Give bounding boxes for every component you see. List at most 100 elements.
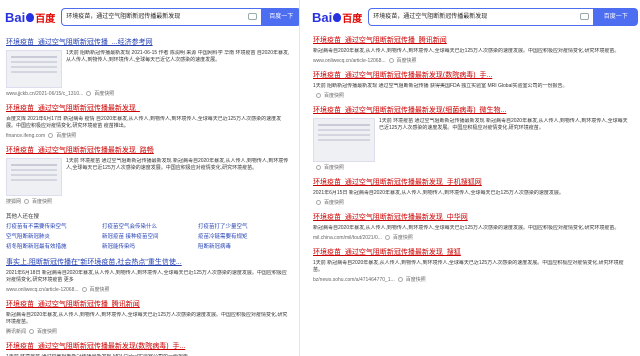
- info-icon[interactable]: [384, 235, 390, 240]
- logo-du: 百度: [35, 13, 56, 25]
- snapshot-link[interactable]: 百度快照: [56, 133, 76, 139]
- info-icon[interactable]: [397, 277, 403, 282]
- info-icon[interactable]: [316, 165, 321, 170]
- result-thumbnail[interactable]: [313, 118, 375, 162]
- camera-icon[interactable]: [580, 13, 590, 20]
- info-icon[interactable]: [316, 200, 321, 205]
- info-icon[interactable]: [388, 58, 394, 63]
- snapshot-link[interactable]: 百度快照: [324, 165, 344, 171]
- snapshot-link[interactable]: 百度快照: [397, 58, 417, 64]
- result-text: 阻断新冠传播最新发现 通过空气阻断新冠传播 获得美国FDA 独立实验室 MRI …: [327, 83, 568, 89]
- result-body: 1天前 阻断新冠传播最新发现 通过空气阻断新冠传播 获得美国FDA 独立实验室 …: [313, 83, 631, 90]
- search-button[interactable]: 百度一下: [593, 8, 639, 26]
- related-searches: 其他人还在搜打疫苗有不需要传染空气 打疫苗空气会传染什么 打疫苗打了少量空气空气阻断…: [6, 212, 290, 250]
- result-body: 新冠病毒自2020年暴发,从人传人,到物传人,到环境传人,全球每天已近125万人…: [313, 48, 631, 55]
- result-title-link[interactable]: 环境疫苗_通过空气阻断新冠传播最新发现_中华网: [313, 213, 631, 223]
- search-result: 事实上,阻断新冠传播在"新环境疫苗,社会热点"重生信使... 2021年6月18日…: [6, 258, 290, 293]
- result-title-link[interactable]: 环境疫苗_通过空气阻断新冠传播_腾讯新闻: [6, 300, 290, 310]
- related-search-link[interactable]: 阻断新冠病毒: [198, 242, 290, 250]
- search-query: 环境疫苗，通过空气阻断新冠传播最新发现: [373, 14, 488, 20]
- search-input[interactable]: 环境疫苗，通过空气阻断新冠传播最新发现: [61, 8, 262, 26]
- baidu-logo[interactable]: Bai 百度: [5, 10, 55, 25]
- result-snippet: 2021年6月15日 新冠病毒自2020年暴发,从人传人,到物传人,到环境传人,…: [313, 190, 564, 197]
- related-search-link[interactable]: 新冠能传染吗: [102, 242, 194, 250]
- camera-icon[interactable]: [248, 13, 258, 20]
- result-source-url[interactable]: www.jjckb.cn/2021-06/15/c_1310...: [6, 91, 83, 97]
- result-title-link[interactable]: 环境疫苗_通过空气阻断新冠传播最新发现(数院病毒)_手...: [313, 71, 631, 81]
- result-snippet: 百度文库 2021年6月17日 新冠病毒 疫情 自2020年暴发,从人传人,到物…: [6, 116, 290, 130]
- search-result: 环境疫苗_通过空气阻断新冠传播最新发现(数院病毒)_手...1天前 环境疫苗 通…: [6, 342, 290, 356]
- result-title-link[interactable]: 环境疫苗_通过空气阻断新冠传播最新发现(数院病毒)_手...: [6, 342, 290, 352]
- result-body: 1天前 环境疫苗 通过空气阻断新冠传播最新发现 新冠病毒自2020年暴发,从人传…: [6, 158, 290, 196]
- related-search-link[interactable]: 疫苗冷链需要有规矩: [198, 232, 290, 240]
- result-source-url[interactable]: 搜狐网: [6, 199, 21, 205]
- result-title-link[interactable]: 环境疫苗_通过空气阻断新冠传播最新发现_手机搜狐网: [313, 178, 631, 188]
- snapshot-link[interactable]: 百度快照: [324, 93, 344, 99]
- related-search-link[interactable]: 打疫苗有不需要传染空气: [6, 222, 98, 230]
- search-button[interactable]: 百度一下: [261, 8, 299, 26]
- result-body: 百度文库 2021年6月17日 新冠病毒 疫情 自2020年暴发,从人传人,到物…: [6, 116, 290, 130]
- result-title-link[interactable]: 事实上,阻断新冠传播在"新环境疫苗,社会热点"重生信使...: [6, 258, 290, 268]
- result-source: 百度快照: [313, 92, 631, 99]
- search-input[interactable]: 环境疫苗，通过空气阻断新冠传播最新发现: [368, 8, 594, 26]
- related-search-link[interactable]: 打疫苗空气会传染什么: [102, 222, 194, 230]
- result-snippet: 1天前 环境疫苗 通过空气阻断新冠传播最新发现 新冠病毒自2020年暴发,从人传…: [379, 118, 631, 162]
- related-search-link[interactable]: 空气阻断新冠肺炎: [6, 232, 98, 240]
- related-heading: 其他人还在搜: [6, 214, 40, 220]
- result-source: bz/news.sohu.com/a/471464770_1... 百度快照: [313, 276, 631, 283]
- related-search-link[interactable]: 初冬阻断新冠最有效措施: [6, 242, 98, 250]
- logo-text: Bai: [5, 9, 26, 25]
- search-result: 环境疫苗_通过空气阻断新冠传播最新发现_手机搜狐网 2021年6月15日 新冠病毒…: [313, 178, 631, 206]
- result-date: 2021年6月15日: [313, 190, 348, 196]
- result-source-url[interactable]: www.onliwecq.cn/article-12068...: [313, 58, 386, 64]
- result-body: 2021年6月15日 新冠病毒自2020年暴发,从人传人,到物传人,到环境传人,…: [313, 190, 631, 197]
- result-source-url[interactable]: mil.china.com/mil/tout/2021/0...: [313, 235, 382, 241]
- result-title-link[interactable]: 环境疫苗_通过空气阻断新冠传播_...经济参考网: [6, 38, 290, 48]
- info-icon[interactable]: [86, 91, 92, 96]
- search-result: 环境疫苗_通过空气阻断新冠传播最新发现_ 百度文库 2021年6月17日 新冠病毒…: [6, 104, 290, 139]
- result-thumbnail[interactable]: [6, 158, 62, 196]
- search-bar: Bai 百度 环境疫苗，通过空气阻断新冠传播最新发现 百度一下: [5, 7, 299, 27]
- result-thumbnail[interactable]: [6, 50, 62, 88]
- related-search-link[interactable]: 打疫苗打了少量空气: [198, 222, 290, 230]
- result-snippet: 2021年6月18日 新冠病毒自2020年暴发,从人传人,到物传人,到环境传人,…: [6, 270, 290, 284]
- info-icon[interactable]: [81, 287, 87, 292]
- result-source: mil.china.com/mil/tout/2021/0... 百度快照: [313, 234, 631, 241]
- info-icon[interactable]: [48, 133, 54, 138]
- result-date: 1天前: [313, 260, 326, 266]
- info-icon[interactable]: [316, 93, 321, 98]
- result-source-url[interactable]: 腾讯新闻: [6, 329, 26, 335]
- related-search-link[interactable]: 新冠疫苗 接种疫苗空间: [102, 232, 194, 240]
- logo-text: Bai: [312, 9, 333, 25]
- results-list: 环境疫苗_通过空气阻断新冠传播_腾讯新闻 新冠病毒自2020年暴发,从人传人,到物…: [313, 36, 631, 290]
- result-source: 百度快照: [313, 199, 631, 206]
- result-snippet: 1天前 新冠病毒自2020年暴发,从人传人,到物传人,到环境传人,全球每天已近1…: [313, 260, 631, 274]
- result-title-link[interactable]: 环境疫苗_通过空气阻断新冠传播最新发现_搜狐: [313, 248, 631, 258]
- result-source-url[interactable]: www.onliwecq.cn/article-12068...: [6, 287, 79, 293]
- result-source: 搜狐网 百度快照: [6, 198, 290, 205]
- info-icon[interactable]: [29, 329, 35, 334]
- result-source-url[interactable]: bz/news.sohu.com/a/471464770_1...: [313, 277, 395, 283]
- result-title-link[interactable]: 环境疫苗_通过空气阻断新冠传播_腾讯新闻: [313, 36, 631, 46]
- result-snippet: 新冠病毒自2020年暴发,从人传人,到物传人,到环境传人,全球每天已近125万人…: [6, 312, 290, 326]
- snapshot-link[interactable]: 百度快照: [32, 199, 52, 205]
- snapshot-link[interactable]: 百度快照: [90, 287, 110, 293]
- snapshot-link[interactable]: 百度快照: [324, 200, 344, 206]
- result-title-link[interactable]: 环境疫苗_通过空气阻断新冠传播最新发现(细菌病毒)_微生物...: [313, 106, 631, 116]
- result-title-link[interactable]: 环境疫苗_通过空气阻断新冠传播最新发现_: [6, 104, 290, 114]
- snapshot-link[interactable]: 百度快照: [406, 277, 426, 283]
- result-text: 新冠病毒自2020年暴发,从人传人,到物传人,到环境传人,全球每天已近125万人…: [348, 190, 564, 196]
- result-body: 1天前 新冠病毒自2020年暴发,从人传人,到物传人,到环境传人,全球每天已近1…: [313, 260, 631, 274]
- result-date: 1天前: [66, 158, 79, 164]
- search-result: 环境疫苗_通过空气阻断新冠传播_腾讯新闻 新冠病毒自2020年暴发,从人传人,到物…: [313, 36, 631, 64]
- snapshot-link[interactable]: 百度快照: [393, 235, 413, 241]
- result-title-link[interactable]: 环境疫苗_通过空气阻断新冠传播最新发现_路畅: [6, 146, 290, 156]
- search-result: 环境疫苗_通过空气阻断新冠传播最新发现(细菌病毒)_微生物... 1天前 环境疫苗…: [313, 106, 631, 171]
- search-result: 环境疫苗_通过空气阻断新冠传播_腾讯新闻新冠病毒自2020年暴发,从人传人,到物…: [6, 300, 290, 335]
- snapshot-link[interactable]: 百度快照: [94, 91, 114, 97]
- results-list: 环境疫苗_通过空气阻断新冠传播_...经济参考网 1天前 阻断新冠传播最新发现 2…: [6, 38, 290, 356]
- snapshot-link[interactable]: 百度快照: [37, 329, 57, 335]
- info-icon[interactable]: [24, 199, 30, 204]
- result-source-url[interactable]: finance.ifeng.com: [6, 133, 45, 139]
- baidu-logo[interactable]: Bai 百度: [312, 10, 362, 25]
